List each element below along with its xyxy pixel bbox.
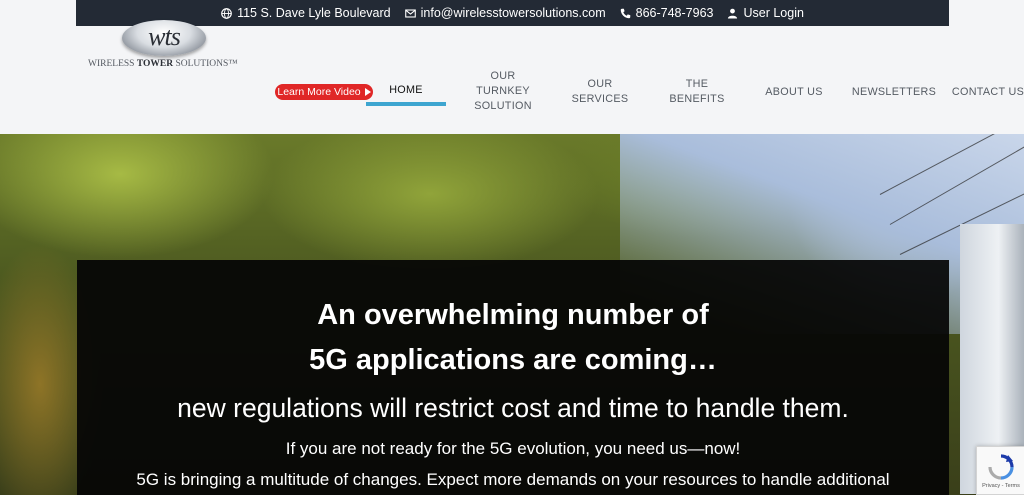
site-logo[interactable]: wts WIRELESS TOWER SOLUTIONS™	[86, 20, 248, 74]
phone-icon	[620, 8, 630, 18]
nav-newsletters[interactable]: NEWSLETTERS	[850, 85, 938, 100]
recaptcha-badge[interactable]: Privacy - Terms	[976, 446, 1024, 495]
logo-word-2: TOWER	[136, 59, 174, 69]
hero-section: An overwhelming number of 5G application…	[0, 134, 1024, 495]
logo-word-3: SOLUTIONS™	[173, 59, 238, 69]
logo-word-1: WIRELESS	[88, 59, 137, 69]
user-login-link[interactable]: User Login	[727, 6, 804, 20]
nav-turnkey-solution[interactable]: OUR TURNKEY SOLUTION	[466, 69, 540, 114]
contact-bar: 115 S. Dave Lyle Boulevard info@wireless…	[76, 0, 949, 26]
nav-active-indicator	[366, 102, 446, 106]
hero-text-panel	[77, 260, 949, 495]
site-header: wts WIRELESS TOWER SOLUTIONS™ Learn More…	[0, 20, 1024, 134]
phone-item[interactable]: 866-748-7963	[620, 6, 714, 20]
nav-home[interactable]: HOME	[366, 83, 446, 98]
phone-text: 866-748-7963	[635, 6, 714, 20]
email-link[interactable]: info@wirelesstowersolutions.com	[421, 6, 606, 20]
recaptcha-links[interactable]: Privacy - Terms	[979, 483, 1023, 489]
hero-headline-2: 5G applications are coming…	[309, 344, 717, 376]
envelope-icon	[404, 8, 416, 18]
globe-icon	[221, 7, 232, 19]
nav-contact-us[interactable]: CONTACT US	[950, 85, 1024, 100]
learn-more-video-button[interactable]: Learn More Video	[275, 84, 373, 100]
nav-our-services[interactable]: OUR SERVICES	[565, 77, 635, 107]
address-item[interactable]: 115 S. Dave Lyle Boulevard	[221, 6, 391, 20]
email-item[interactable]: info@wirelesstowersolutions.com	[404, 6, 606, 20]
address-text: 115 S. Dave Lyle Boulevard	[237, 6, 391, 20]
logo-wordmark: WIRELESS TOWER SOLUTIONS™	[88, 59, 248, 69]
recaptcha-icon	[988, 454, 1014, 480]
hero-headline-1: An overwhelming number of	[317, 299, 709, 331]
logo-mark: wts	[148, 22, 181, 51]
user-icon	[728, 8, 738, 19]
hero-line-2: 5G is bringing a multitude of changes. E…	[136, 470, 890, 489]
hero-subheadline: new regulations will restrict cost and t…	[177, 393, 849, 423]
user-login-label: User Login	[743, 6, 804, 20]
nav-the-benefits[interactable]: THE BENEFITS	[662, 77, 732, 107]
hero-line-1: If you are not ready for the 5G evolutio…	[285, 439, 741, 458]
video-button-label: Learn More Video	[277, 86, 361, 98]
nav-about-us[interactable]: ABOUT US	[757, 85, 831, 100]
